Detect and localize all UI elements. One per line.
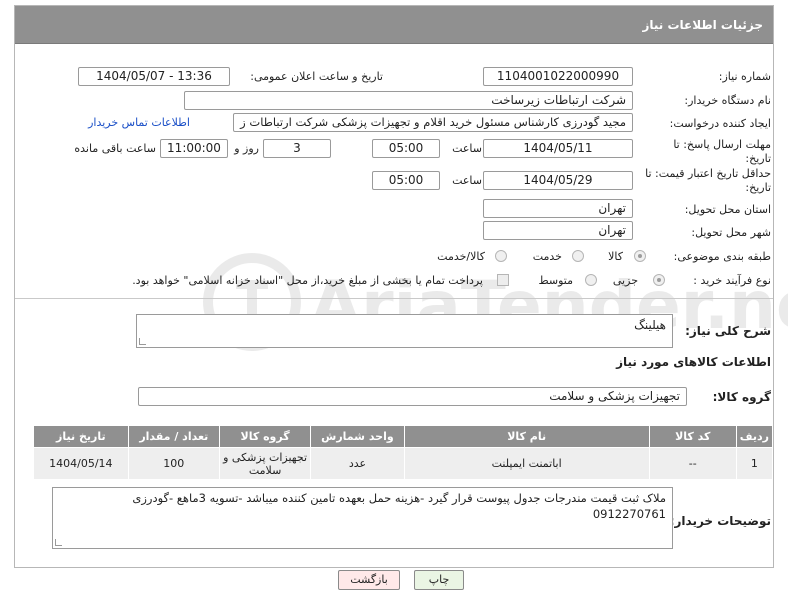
category-service-text: خدمت xyxy=(532,250,562,263)
table-header-row: ردیف کد کالا نام کالا واحد شمارش گروه کا… xyxy=(33,425,774,448)
print-button[interactable]: چاپ xyxy=(414,570,464,590)
province-label: استان محل تحویل: xyxy=(684,203,771,216)
col-header: گروه کالا xyxy=(218,425,312,448)
goods-group-field: تجهیزات پزشکی و سلامت xyxy=(138,387,687,406)
goods-info-title: اطلاعات کالاهای مورد نیاز xyxy=(616,355,771,369)
col-header: تاریخ نیاز xyxy=(33,425,129,448)
table-row: 1 -- اباتمنت ایمپلنت عدد تجهیزات پزشکی و… xyxy=(33,447,774,480)
buyer-notes-label: توضیحات خریدار: xyxy=(669,514,771,528)
price-validity-date-field: 1404/05/29 xyxy=(483,171,633,190)
buyer-org-label: نام دستگاه خریدار: xyxy=(684,94,771,107)
days-field: 3 xyxy=(263,139,331,158)
remaining-time-field: 11:00:00 xyxy=(160,139,228,158)
back-button[interactable]: بازگشت xyxy=(338,570,400,590)
creator-field: مجید گودرزی کارشناس مسئول خرید اقلام و ت… xyxy=(233,113,633,132)
separator xyxy=(15,298,773,299)
buyer-org-field: شرکت ارتباطات زیرساخت xyxy=(184,91,633,110)
treasury-payment-checkbox[interactable] xyxy=(497,274,509,286)
col-header: کد کالا xyxy=(648,425,737,448)
price-validity-label: حداقل تاریخ اعتبار قیمت: تا تاریخ: xyxy=(645,167,771,194)
cell-item-code: -- xyxy=(648,447,737,480)
days-label: روز و xyxy=(234,142,259,155)
cell-row-number: 1 xyxy=(735,447,774,480)
reply-time-label: ساعت xyxy=(452,142,482,155)
category-service-radio[interactable] xyxy=(572,250,584,262)
buyer-notes-textarea: ملاک ثبت قیمت مندرجات جدول پیوست قرار گی… xyxy=(52,487,673,549)
purchase-minor-radio[interactable] xyxy=(653,274,665,286)
need-number-field: 1104001022000990 xyxy=(483,67,633,86)
price-validity-time-field: 05:00 xyxy=(372,171,440,190)
purchase-medium-text: متوسط xyxy=(538,274,573,287)
contact-buyer-link[interactable]: اطلاعات تماس خریدار xyxy=(88,116,190,129)
panel-title: جزئیات اطلاعات نیاز xyxy=(15,6,773,44)
reply-time-field: 05:00 xyxy=(372,139,440,158)
reply-deadline-label: مهلت ارسال پاسخ: تا تاریخ: xyxy=(673,138,771,165)
purchase-medium-radio[interactable] xyxy=(585,274,597,286)
reply-date-field: 1404/05/11 xyxy=(483,139,633,158)
cell-item-name: اباتمنت ایمپلنت xyxy=(403,447,650,480)
cell-group: تجهیزات پزشکی و سلامت xyxy=(218,447,312,480)
col-header: واحد شمارش xyxy=(310,425,405,448)
purchase-minor-text: جزیی xyxy=(612,274,638,287)
city-label: شهر محل تحویل: xyxy=(691,226,771,239)
goods-table: ردیف کد کالا نام کالا واحد شمارش گروه کا… xyxy=(33,425,774,480)
cell-need-date: 1404/05/14 xyxy=(33,447,129,480)
description-textarea: هیلینگ xyxy=(136,314,673,348)
category-goods-service-radio[interactable] xyxy=(495,250,507,262)
resize-handle[interactable] xyxy=(139,338,146,345)
province-field: تهران xyxy=(483,199,633,218)
creator-label: ایجاد کننده درخواست: xyxy=(669,117,771,130)
purchase-type-label: نوع فرآیند خرید : xyxy=(693,274,771,287)
remaining-label: ساعت باقی مانده xyxy=(74,142,156,155)
buyer-notes-text: ملاک ثبت قیمت مندرجات جدول پیوست قرار گی… xyxy=(132,491,666,521)
cell-quantity: 100 xyxy=(127,447,220,480)
col-header: تعداد / مقدار xyxy=(127,425,220,448)
city-field: تهران xyxy=(483,221,633,240)
category-goods-text: کالا xyxy=(608,250,623,263)
resize-handle[interactable] xyxy=(55,539,62,546)
description-label: شرح کلی نیاز: xyxy=(685,324,771,338)
category-label: طبقه بندی موضوعی: xyxy=(673,250,771,263)
goods-group-label: گروه کالا: xyxy=(712,390,771,404)
category-goods-radio[interactable] xyxy=(634,250,646,262)
price-validity-time-label: ساعت xyxy=(452,174,482,187)
treasury-payment-note: پرداخت تمام یا بخشی از مبلغ خرید،از محل … xyxy=(132,274,483,287)
cell-unit: عدد xyxy=(310,447,405,480)
col-header: ردیف xyxy=(735,425,774,448)
col-header: نام کالا xyxy=(403,425,650,448)
need-number-label: شماره نیاز: xyxy=(718,70,771,83)
category-goods-service-text: کالا/خدمت xyxy=(437,250,485,263)
description-text: هیلینگ xyxy=(634,318,666,332)
announce-label: تاریخ و ساعت اعلان عمومی: xyxy=(250,70,383,83)
announce-field: 1404/05/07 - 13:36 xyxy=(78,67,230,86)
